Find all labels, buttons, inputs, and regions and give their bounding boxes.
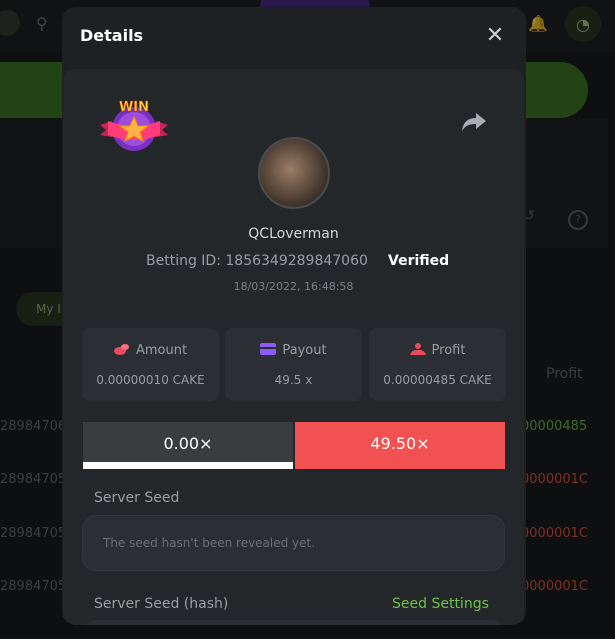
stat-profit-label: Profit (431, 343, 466, 358)
stat-profit: Profit 0.00000485 CAKE (369, 328, 506, 401)
server-seed-placeholder: The seed hasn't been revealed yet. (103, 536, 316, 550)
bet-timestamp: 18/03/2022, 16:48:58 (233, 280, 354, 293)
coins-icon (113, 344, 129, 355)
server-seed-hash-field[interactable] (82, 620, 505, 625)
stat-profit-value: 0.00000485 CAKE (383, 373, 492, 387)
user-avatar-image (258, 137, 330, 209)
win-badge: WIN (100, 100, 168, 151)
stat-payout-label: Payout (282, 343, 327, 358)
username: QCLoverman (248, 226, 339, 242)
stat-amount-value: 0.00000010 CAKE (96, 373, 205, 387)
modal-title: Details (80, 26, 144, 45)
bet-details-modal: Details ✕ WIN QCLoverman Betting ID: 185… (62, 7, 526, 625)
close-button[interactable]: ✕ (483, 24, 507, 48)
betting-id: Betting ID: 1856349289847060 (146, 253, 368, 269)
verified-badge: Verified (388, 253, 450, 269)
server-seed-hash-label: Server Seed (hash) (94, 596, 229, 612)
win-badge-text: WIN (119, 100, 149, 115)
stat-payout-value: 49.5 x (274, 373, 313, 387)
profit-icon (409, 343, 426, 355)
target-multiplier: 49.50× (295, 422, 505, 469)
target-multiplier-value: 49.50× (370, 434, 430, 453)
stat-amount: Amount 0.00000010 CAKE (82, 328, 219, 401)
share-icon (462, 113, 486, 131)
close-icon: ✕ (485, 23, 505, 48)
share-button[interactable] (461, 111, 487, 133)
betting-id-value: 1856349289847060 (225, 253, 368, 269)
seed-settings-link[interactable]: Seed Settings (392, 596, 489, 612)
roll-result-value: 0.00× (163, 434, 213, 453)
modal-header: Details ✕ (62, 7, 526, 67)
bet-details-card: WIN QCLoverman Betting ID: 1856349289847… (63, 69, 524, 625)
server-seed-field[interactable]: The seed hasn't been revealed yet. (82, 515, 505, 571)
roll-result-bar (83, 462, 293, 469)
wallet-icon (260, 343, 277, 355)
stat-amount-label: Amount (135, 343, 188, 358)
server-seed-label: Server Seed (94, 490, 180, 506)
roll-result-multiplier: 0.00× (83, 422, 293, 469)
stat-payout: Payout 49.5 x (225, 328, 362, 401)
betting-id-label: Betting ID: (146, 253, 221, 269)
